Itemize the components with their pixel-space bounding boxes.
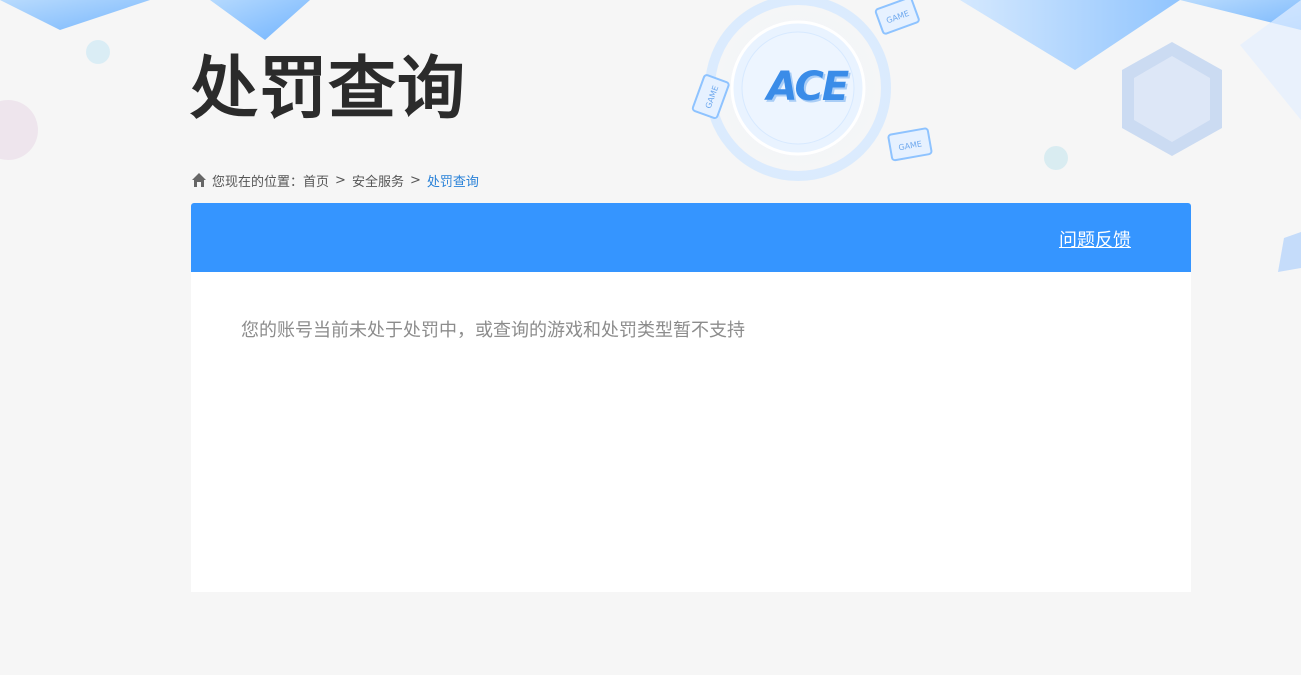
page-title: 处罚查询 xyxy=(190,50,467,129)
breadcrumb-separator: > xyxy=(409,172,421,188)
page-root: GAME GAME GAME ACE 处罚查询 您现在的位置： 首页 > 安全服… xyxy=(0,0,1301,675)
breadcrumb-item-home[interactable]: 首页 xyxy=(303,171,329,190)
feedback-link[interactable]: 问题反馈 xyxy=(1059,226,1131,252)
breadcrumb-item-security-service[interactable]: 安全服务 xyxy=(352,171,404,190)
breadcrumb-prefix: 您现在的位置： xyxy=(212,174,304,190)
svg-text:GAME: GAME xyxy=(898,139,923,152)
breadcrumb-separator: > xyxy=(335,172,346,188)
svg-text:GAME: GAME xyxy=(885,9,910,26)
ace-logo-text: ACE xyxy=(766,64,849,110)
breadcrumb-item-current: 处罚查询 xyxy=(426,174,479,190)
result-message: 您的账号当前未处于处罚中，或查询的游戏和处罚类型暂不支持 xyxy=(241,320,745,341)
breadcrumb: 您现在的位置： 首页 > 安全服务 > 处罚查询 xyxy=(191,170,479,190)
result-card: 问题反馈 您的账号当前未处于处罚中，或查询的游戏和处罚类型暂不支持 xyxy=(191,203,1191,592)
card-header: 问题反馈 xyxy=(191,203,1191,272)
svg-text:GAME: GAME xyxy=(704,84,721,109)
ace-logo: ACE xyxy=(752,62,862,112)
home-icon xyxy=(192,173,206,187)
